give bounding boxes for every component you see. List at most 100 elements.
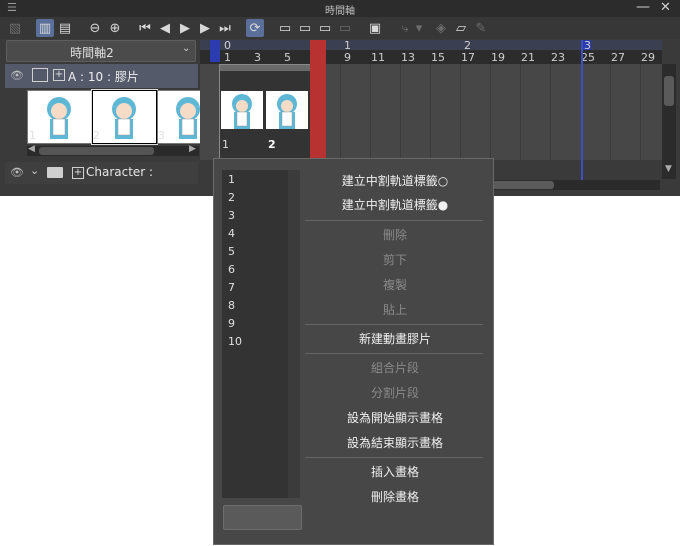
next-frame-icon[interactable]: ▶ — [196, 19, 214, 37]
frame-number: 17 — [461, 51, 475, 64]
frame-number: 3 — [254, 51, 261, 64]
scrollbar-thumb[interactable] — [664, 76, 674, 106]
playhead-current-frame[interactable] — [310, 40, 326, 158]
enable-animation-cels-icon[interactable]: ▥ — [36, 19, 54, 37]
delete-cel-icon[interactable]: ▭ — [336, 19, 354, 37]
frame-number: 9 — [344, 51, 351, 64]
menu-item-paste[interactable]: 貼上 — [305, 301, 485, 318]
list-item[interactable]: 3 — [228, 209, 235, 222]
menu-item-cut[interactable]: 剪下 — [305, 251, 485, 268]
frame-number: 11 — [371, 51, 385, 64]
cel-thumbnail[interactable] — [27, 90, 92, 144]
frame-number: 27 — [611, 51, 625, 64]
close-button[interactable]: ✕ — [660, 0, 671, 15]
menu-item-delete[interactable]: 刪除 — [305, 226, 485, 243]
keyframe-interpolation-icon[interactable]: ◈ — [432, 19, 450, 37]
window-title: 時間軸 — [325, 6, 355, 17]
menu-item-create-inbetween-track-label-open[interactable]: 建立中割軌道標籤○ — [305, 172, 485, 189]
last-frame-icon[interactable]: ⏭ — [216, 19, 234, 37]
list-item[interactable]: 2 — [228, 191, 235, 204]
menu-item-set-start-frame[interactable]: 設為開始顯示畫格 — [305, 409, 485, 426]
layer-name: A : 10 : 膠片 — [68, 70, 139, 84]
cel-thumbnail-row — [27, 89, 201, 145]
toggle-frame-icon[interactable]: ▧ — [6, 19, 24, 37]
collapse-chevron-icon[interactable]: ⌄ — [30, 164, 39, 177]
menu-item-delete-frame[interactable]: 刪除畫格 — [305, 488, 485, 505]
end-frame-line — [581, 40, 583, 180]
animation-folder-icon — [32, 68, 48, 82]
scroll-down-icon[interactable]: ▼ — [665, 164, 672, 174]
previous-frame-icon[interactable]: ◀ — [156, 19, 174, 37]
cel-block-header — [220, 65, 310, 71]
animation-folder-layer[interactable]: 👁 + A : 10 : 膠片 — [5, 64, 198, 88]
light-table-icon[interactable]: ▱ — [452, 19, 470, 37]
keyframe-dropdown-icon[interactable]: ▾ — [414, 19, 424, 37]
cel-number: 1 — [222, 138, 229, 151]
timeline-cel-thumbnail[interactable] — [221, 91, 263, 129]
zoom-in-icon[interactable]: ⊕ — [106, 19, 124, 37]
frame-number: 21 — [521, 51, 535, 64]
new-animation-folder-icon[interactable]: ▤ — [56, 19, 74, 37]
menu-item-combine-clips[interactable]: 組合片段 — [305, 359, 485, 376]
character-folder-layer[interactable]: 👁 ⌄ + Character : — [5, 162, 198, 184]
keyframe-icon[interactable]: ⤷ — [396, 19, 414, 37]
onion-skin-icon[interactable]: ▣ — [366, 19, 384, 37]
list-item[interactable]: 8 — [228, 299, 235, 312]
minimize-button[interactable]: — — [636, 0, 650, 15]
character-thumbnail-icon — [47, 97, 71, 139]
menu-item-insert-frame[interactable]: 插入畫格 — [305, 463, 485, 480]
scroll-right-icon[interactable]: ▶ — [189, 144, 196, 154]
frame-number: 29 — [641, 51, 655, 64]
list-item[interactable]: 6 — [228, 263, 235, 276]
menu-divider — [305, 324, 483, 325]
list-item[interactable]: 4 — [228, 227, 235, 240]
menu-divider — [305, 220, 483, 221]
vertical-scrollbar[interactable]: ▼ — [662, 64, 676, 179]
assign-cel-icon[interactable]: ▭ — [296, 19, 314, 37]
cel-thumbnail-selected[interactable] — [91, 89, 158, 145]
list-item[interactable]: 10 — [228, 335, 242, 348]
menu-item-new-animation-cel[interactable]: 新建動畫膠片 — [305, 330, 485, 347]
visibility-eye-icon[interactable]: 👁 — [10, 69, 24, 82]
start-frame-marker[interactable] — [210, 40, 220, 62]
new-cel-icon[interactable]: ▭ — [276, 19, 294, 37]
first-frame-icon[interactable]: ⏮ — [136, 19, 154, 37]
timeline-dropdown[interactable]: 時間軸2 ⌄ — [6, 40, 196, 62]
menu-item-create-inbetween-track-label-filled[interactable]: 建立中割軌道標籤● — [305, 196, 485, 213]
frame-number: 1 — [224, 51, 231, 64]
list-item[interactable]: 7 — [228, 281, 235, 294]
scroll-left-icon[interactable]: ◀ — [28, 144, 35, 154]
frame-number: 23 — [551, 51, 565, 64]
list-scrollbar[interactable] — [288, 170, 300, 498]
list-item[interactable]: 5 — [228, 245, 235, 258]
menu-divider — [305, 353, 483, 354]
loop-playback-icon[interactable]: ⟳ — [246, 19, 264, 37]
expand-plus-icon[interactable]: + — [72, 167, 84, 179]
folder-icon — [47, 167, 63, 178]
menu-item-set-end-frame[interactable]: 設為結束顯示畫格 — [305, 434, 485, 451]
list-item[interactable]: 9 — [228, 317, 235, 330]
scrollbar-thumb[interactable] — [39, 147, 154, 155]
timeline-cel-block[interactable]: 1 2 — [219, 64, 311, 160]
chevron-down-icon: ⌄ — [182, 43, 191, 54]
toolbar: ▧ ▥ ▤ ⊖ ⊕ ⏮ ◀ ▶ ▶ ⏭ ⟳ ▭ ▭ ▭ ▭ ▣ ⤷ ▾ ◈ ▱ … — [0, 17, 680, 39]
timeline-cel-thumbnail[interactable] — [266, 91, 308, 129]
frame-number: 25 — [581, 51, 595, 64]
frame-number: 5 — [284, 51, 291, 64]
edit-pen-icon[interactable]: ✎ — [472, 19, 490, 37]
visibility-eye-icon[interactable]: 👁 — [10, 166, 24, 179]
frame-number: 19 — [491, 51, 505, 64]
list-action-button[interactable] — [223, 505, 302, 530]
menu-item-split-clip[interactable]: 分割片段 — [305, 384, 485, 401]
title-bar: ☰ 時間軸 — ✕ — [0, 0, 680, 17]
cel-number: 3 — [158, 129, 165, 142]
list-item[interactable]: 1 — [228, 173, 235, 186]
layer-name: Character : — [86, 165, 154, 179]
zoom-out-icon[interactable]: ⊖ — [86, 19, 104, 37]
expand-plus-icon[interactable]: + — [53, 69, 65, 81]
play-icon[interactable]: ▶ — [176, 19, 194, 37]
specify-cel-icon[interactable]: ▭ — [316, 19, 334, 37]
character-thumbnail-icon — [277, 94, 297, 129]
menu-item-copy[interactable]: 複製 — [305, 276, 485, 293]
cel-horizontal-scrollbar[interactable]: ◀ ▶ — [27, 144, 199, 156]
